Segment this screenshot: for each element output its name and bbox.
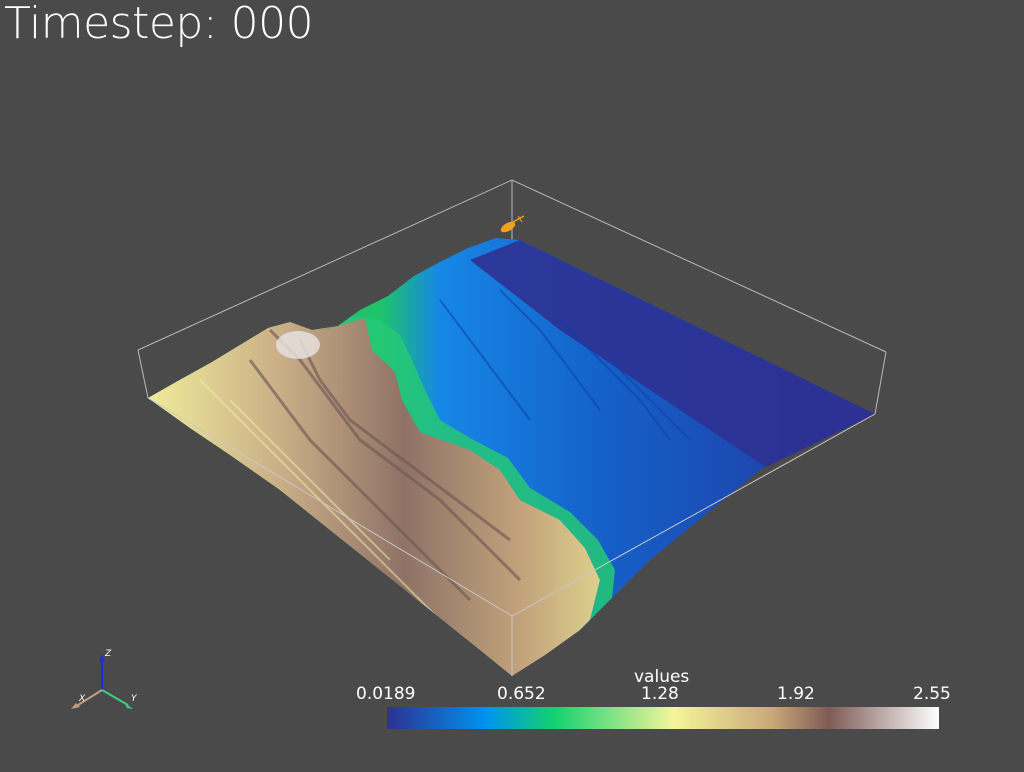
colorbar-tick-1: 0.652 <box>497 684 546 704</box>
colorbar-tick-4: 2.55 <box>913 684 951 704</box>
orientation-axes: Z X Y <box>71 649 138 709</box>
axis-x-label: X <box>78 694 86 704</box>
colorbar-tick-3: 1.92 <box>777 684 815 704</box>
render-viewport[interactable]: Z X Y <box>0 0 1024 768</box>
axis-y-label: Y <box>131 694 138 704</box>
colorbar-tick-2: 1.28 <box>641 684 679 704</box>
colorbar-tick-0: 0.0189 <box>356 684 416 704</box>
scene-svg: Z X Y <box>71 179 887 709</box>
colorbar <box>387 707 939 729</box>
timestep-title: Timestep: 000 <box>4 0 314 49</box>
axis-z-label: Z <box>104 649 112 659</box>
